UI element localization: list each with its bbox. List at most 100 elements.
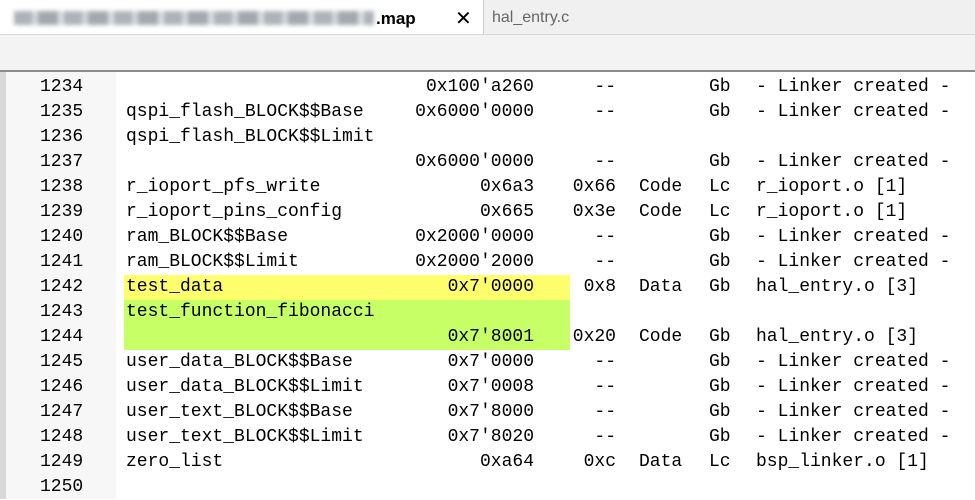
symbol-address: 0x6a3 xyxy=(479,177,534,197)
tab-bar: .map ✕ hal_entry.c xyxy=(0,0,975,35)
symbol-scope: Gb xyxy=(709,402,731,422)
symbol-name: r_ioport_pins_config xyxy=(126,202,343,222)
symbol-address: 0x7'8001 xyxy=(447,327,534,347)
code-line: 1247 user_text_BLOCK$$Base 0x7'8000 -- G… xyxy=(0,400,975,425)
symbol-scope: Gb xyxy=(709,102,731,122)
symbol-object: - Linker created - xyxy=(756,102,951,122)
code-editor[interactable]: 1234 0x100'a260 -- Gb - Linker created -… xyxy=(0,72,975,499)
symbol-address: 0x7'8020 xyxy=(447,427,534,447)
symbol-size: -- xyxy=(594,352,616,372)
symbol-scope: Gb xyxy=(709,227,731,247)
symbol-kind: Data xyxy=(639,452,683,472)
symbol-object: - Linker created - xyxy=(756,227,951,247)
symbol-kind: Code xyxy=(639,177,683,197)
symbol-name: test_function_fibonacci xyxy=(126,302,375,322)
symbol-size: 0x8 xyxy=(583,277,616,297)
code-line: 1245 user_data_BLOCK$$Base 0x7'0000 -- G… xyxy=(0,350,975,375)
symbol-object: r_ioport.o [1] xyxy=(756,202,908,222)
symbol-scope: Gb xyxy=(709,327,731,347)
symbol-name: user_text_BLOCK$$Limit xyxy=(126,427,364,447)
code-line: 1236 qspi_flash_BLOCK$$Limit xyxy=(0,125,975,150)
line-number: 1245 xyxy=(40,352,84,372)
symbol-kind: Code xyxy=(639,202,683,222)
symbol-object: - Linker created - xyxy=(756,427,951,447)
symbol-size: -- xyxy=(594,227,616,247)
symbol-address: 0x7'0008 xyxy=(447,377,534,397)
symbol-scope: Lc xyxy=(709,202,731,222)
symbol-address: 0x665 xyxy=(479,202,534,222)
symbol-scope: Lc xyxy=(709,452,731,472)
tab-map-name: .map xyxy=(376,9,416,28)
code-line: 1241 ram_BLOCK$$Limit 0x2000'2000 -- Gb … xyxy=(0,250,975,275)
code-line: 1246 user_data_BLOCK$$Limit 0x7'0008 -- … xyxy=(0,375,975,400)
line-number: 1234 xyxy=(40,77,84,97)
toolbar xyxy=(0,35,975,72)
line-number: 1242 xyxy=(40,277,84,297)
symbol-address: 0x2000'2000 xyxy=(415,252,534,272)
symbol-object: r_ioport.o [1] xyxy=(756,177,908,197)
symbol-size: -- xyxy=(594,252,616,272)
code-line: 1237 0x6000'0000 -- Gb - Linker created … xyxy=(0,150,975,175)
symbol-scope: Gb xyxy=(709,252,731,272)
code-line: 1235 qspi_flash_BLOCK$$Base 0x6000'0000 … xyxy=(0,100,975,125)
line-number: 1241 xyxy=(40,252,84,272)
symbol-name: user_text_BLOCK$$Base xyxy=(126,402,353,422)
code-line: 1249 zero_list 0xa64 0xc Data Lc bsp_lin… xyxy=(0,450,975,475)
symbol-name: user_data_BLOCK$$Base xyxy=(126,352,353,372)
code-line-highlighted: 1244 0x7'8001 0x20 Code Gb hal_entry.o [… xyxy=(0,325,975,350)
line-number: 1248 xyxy=(40,427,84,447)
symbol-address: 0xa64 xyxy=(479,452,534,472)
symbol-address: 0x2000'0000 xyxy=(415,227,534,247)
code-line: 1234 0x100'a260 -- Gb - Linker created - xyxy=(0,75,975,100)
tab-hal-entry-label: hal_entry.c xyxy=(492,9,570,26)
code-line: 1248 user_text_BLOCK$$Limit 0x7'8020 -- … xyxy=(0,425,975,450)
symbol-address: 0x6000'0000 xyxy=(415,102,534,122)
symbol-address: 0x7'0000 xyxy=(447,352,534,372)
close-icon[interactable]: ✕ xyxy=(455,6,472,31)
symbol-scope: Gb xyxy=(709,377,731,397)
code-line-highlighted: 1242 test_data 0x7'0000 0x8 Data Gb hal_… xyxy=(0,275,975,300)
symbol-name: ram_BLOCK$$Limit xyxy=(126,252,299,272)
symbol-address: 0x7'8000 xyxy=(447,402,534,422)
line-number: 1240 xyxy=(40,227,84,247)
code-line: 1239 r_ioport_pins_config 0x665 0x3e Cod… xyxy=(0,200,975,225)
line-number: 1239 xyxy=(40,202,84,222)
symbol-size: 0x3e xyxy=(572,202,616,222)
line-number: 1243 xyxy=(40,302,84,322)
symbol-scope: Gb xyxy=(709,427,731,447)
symbol-name: r_ioport_pfs_write xyxy=(126,177,321,197)
line-number: 1247 xyxy=(40,402,84,422)
symbol-kind: Code xyxy=(639,327,683,347)
symbol-object: - Linker created - xyxy=(756,352,951,372)
symbol-kind: Data xyxy=(639,277,683,297)
symbol-size: -- xyxy=(594,152,616,172)
symbol-object: - Linker created - xyxy=(756,402,951,422)
symbol-size: -- xyxy=(594,377,616,397)
symbol-name: user_data_BLOCK$$Limit xyxy=(126,377,364,397)
symbol-size: -- xyxy=(594,402,616,422)
line-number: 1246 xyxy=(40,377,84,397)
line-number: 1237 xyxy=(40,152,84,172)
symbol-object: - Linker created - xyxy=(756,252,951,272)
tab-hal-entry[interactable]: hal_entry.c xyxy=(484,0,588,34)
symbol-object: bsp_linker.o [1] xyxy=(756,452,929,472)
symbol-scope: Gb xyxy=(709,152,731,172)
tab-map-file[interactable]: .map ✕ xyxy=(0,0,484,34)
line-number: 1244 xyxy=(40,327,84,347)
symbol-scope: Gb xyxy=(709,77,731,97)
code-line-highlighted: 1243 test_function_fibonacci xyxy=(0,300,975,325)
symbol-scope: Gb xyxy=(709,277,731,297)
symbol-name: test_data xyxy=(126,277,224,297)
code-line: 1238 r_ioport_pfs_write 0x6a3 0x66 Code … xyxy=(0,175,975,200)
symbol-size: -- xyxy=(594,102,616,122)
symbol-name: ram_BLOCK$$Base xyxy=(126,227,289,247)
symbol-address: 0x100'a260 xyxy=(425,77,534,97)
symbol-object: - Linker created - xyxy=(756,152,951,172)
line-number: 1235 xyxy=(40,102,84,122)
code-line: 1240 ram_BLOCK$$Base 0x2000'0000 -- Gb -… xyxy=(0,225,975,250)
symbol-name: qspi_flash_BLOCK$$Limit xyxy=(126,127,375,147)
symbol-size: -- xyxy=(594,77,616,97)
symbol-scope: Gb xyxy=(709,352,731,372)
line-number: 1250 xyxy=(40,477,84,497)
symbol-object: - Linker created - xyxy=(756,77,951,97)
